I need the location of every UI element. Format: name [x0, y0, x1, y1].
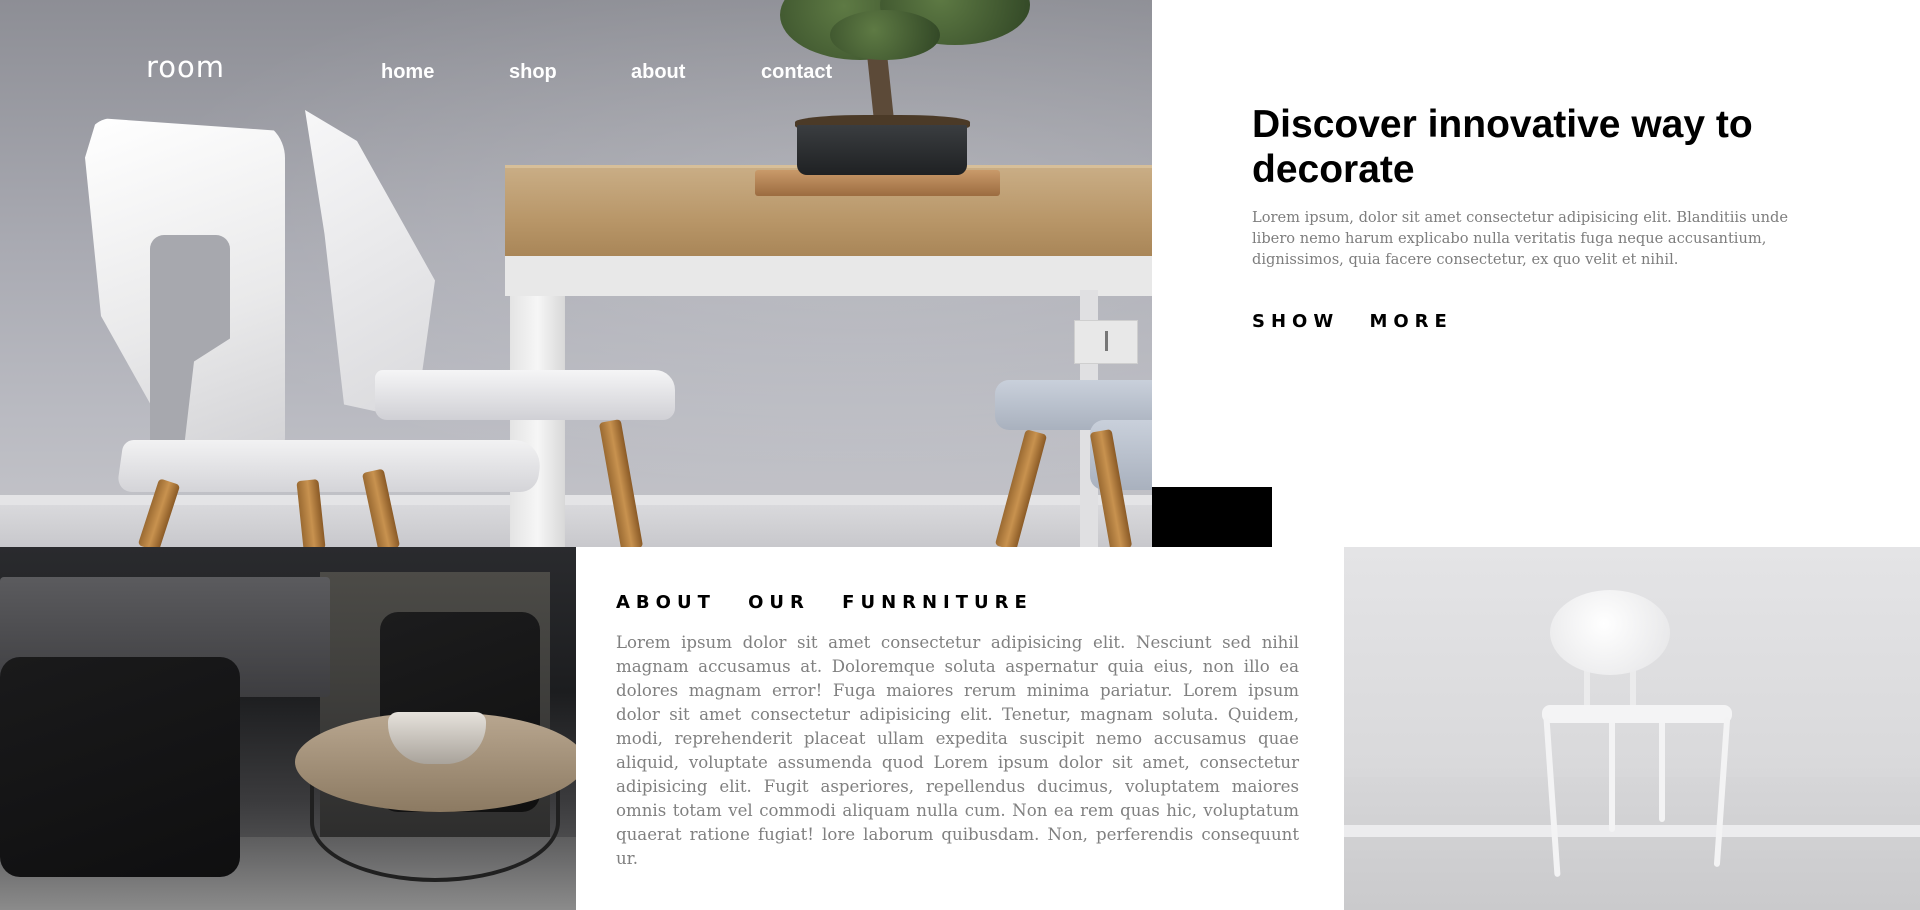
chair-back-stem: [1584, 667, 1590, 709]
chair-back-stem: [1630, 667, 1636, 709]
nav-home-link[interactable]: home: [381, 61, 434, 84]
table-apron: [505, 256, 1152, 296]
hero-description: Lorem ipsum, dolor sit amet consectetur …: [1252, 209, 1788, 268]
chair-image-floor: [1344, 777, 1920, 910]
chair-seat: [1542, 705, 1732, 723]
site-logo[interactable]: room: [146, 50, 225, 84]
bonsai-pot: [797, 125, 967, 175]
about-title: ABOUT OUR FUNRNITURE: [616, 592, 1033, 613]
chair-image: [1344, 547, 1920, 910]
living-room-image: [0, 547, 576, 910]
chair-seat: [375, 370, 675, 420]
armchair: [0, 657, 240, 877]
hero-title: Discover innovative way to decorate: [1252, 103, 1753, 191]
nav-contact-link[interactable]: contact: [761, 61, 832, 84]
about-text: Lorem ipsum dolor sit amet consectetur a…: [616, 633, 1299, 868]
nav-about-link[interactable]: about: [631, 61, 685, 84]
show-more-button[interactable]: SHOW MORE: [1252, 311, 1453, 332]
chair-leg: [1609, 712, 1615, 832]
chair-leg: [1659, 712, 1665, 822]
bonsai-foliage: [830, 10, 940, 60]
hero-floor: [0, 505, 1152, 547]
decorative-block: [1152, 487, 1272, 547]
chair-seat: [116, 440, 544, 492]
nav-shop-link[interactable]: shop: [509, 61, 557, 84]
chair-image-baseboard: [1344, 825, 1920, 837]
chair-back: [1550, 590, 1670, 675]
wall-outlet: [1074, 320, 1138, 364]
